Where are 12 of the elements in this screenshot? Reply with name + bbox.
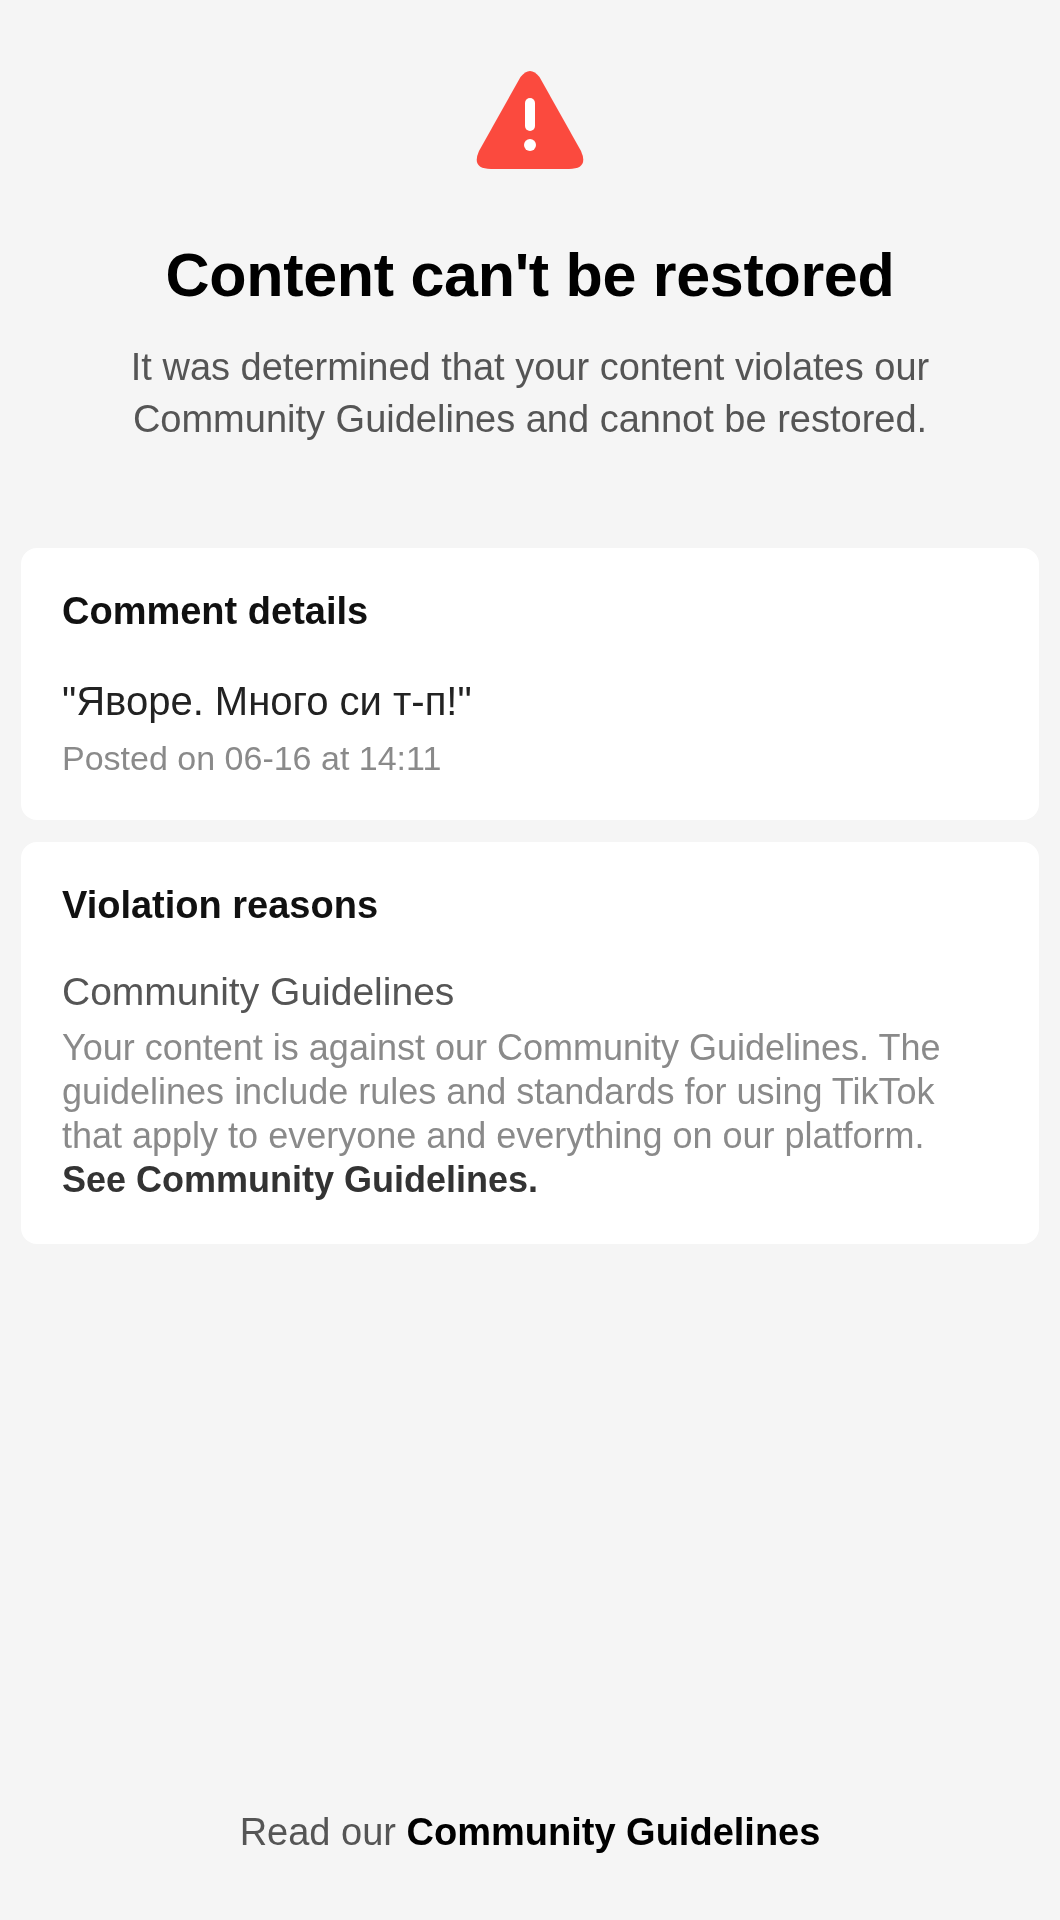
guidelines-link[interactable]: See Community Guidelines. [62,1159,539,1200]
comment-text: "Яворе. Много си т-п!" [62,679,473,723]
warning-icon [475,71,585,169]
reason-title: Community Guidelines [62,970,456,1014]
posted-date: Posted on 06-16 at 14:11 [62,738,443,778]
page-title: Content can't be restored [165,240,895,310]
footer-text: Read our Community Guidelines [238,1810,822,1854]
card-title: Comment details [62,590,370,632]
guidelines-link[interactable]: Community Guidelines [406,1811,821,1853]
reason-description: Your content is against our Community Guidelines. The guidelines include rules and standards for using TikTok that apply to everyone and everything on our platform. See Community Guidelines. [62,1026,942,1202]
page-description: It was determined that your content violates our Community Guidelines and cannot be restored. [129,345,931,442]
card-title: Violation reasons [62,884,380,926]
